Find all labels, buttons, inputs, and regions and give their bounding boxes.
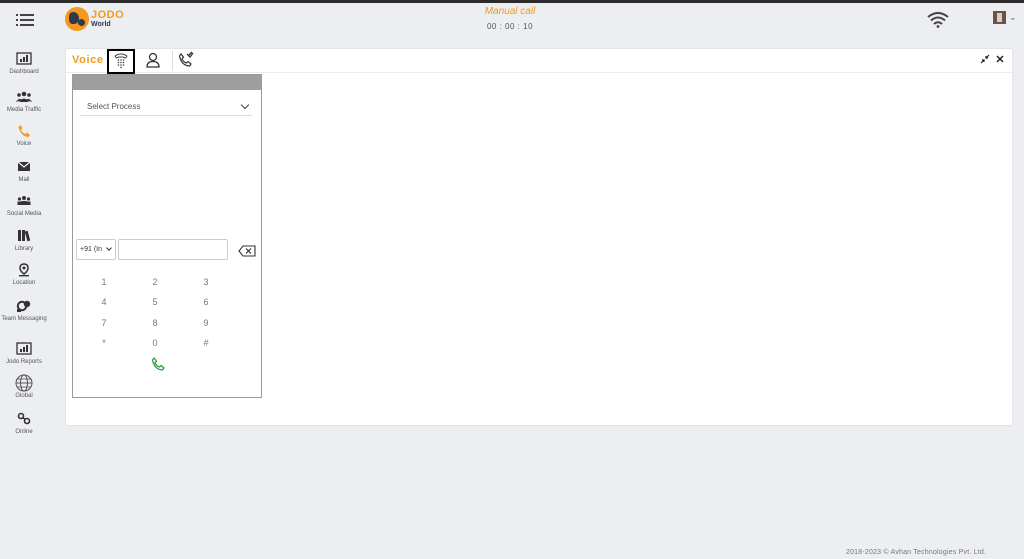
tab-dialpad[interactable] <box>107 49 135 74</box>
select-process-dropdown[interactable]: Select Process <box>80 99 252 116</box>
phone-icon <box>18 125 30 137</box>
dial-key-3[interactable]: 3 <box>196 275 216 289</box>
sidebar-item-label: Online <box>15 429 33 435</box>
country-code-select[interactable]: +91 (In <box>76 239 116 260</box>
call-history-icon <box>178 51 194 67</box>
globe-icon <box>15 374 33 392</box>
tab-divider <box>172 51 173 71</box>
logo-globe-icon <box>65 7 89 31</box>
library-icon <box>18 230 31 242</box>
avatar <box>993 11 1006 24</box>
sidebar-item-label: Voice <box>16 141 32 147</box>
dialer-panel: Select Process +91 (In 1 2 3 4 5 6 7 8 9… <box>72 74 262 398</box>
wifi-icon <box>927 12 949 28</box>
tab-call-history[interactable] <box>175 50 203 72</box>
sidebar-item-dashboard[interactable]: Dashboard <box>0 52 48 76</box>
backspace-icon <box>238 245 256 257</box>
call-mode: Manual call <box>484 6 536 17</box>
user-menu[interactable]: ⌄ <box>990 11 1020 29</box>
phone-number-input[interactable] <box>118 239 228 260</box>
online-icon <box>17 412 31 425</box>
sidebar-item-label: Jodo Reports <box>6 359 42 365</box>
sidebar-item-jodo-reports[interactable]: Jodo Reports <box>0 342 48 366</box>
chevron-down-icon: ⌄ <box>1009 12 1017 22</box>
sidebar-item-label: Social Media <box>6 211 42 217</box>
chevron-down-icon <box>106 245 112 251</box>
dial-key-star[interactable]: * <box>94 336 114 350</box>
sidebar-item-voice[interactable]: Voice <box>0 124 48 148</box>
social-media-icon <box>17 196 31 205</box>
brand-sub: World <box>91 21 111 28</box>
dial-key-9[interactable]: 9 <box>196 316 216 330</box>
dial-key-2[interactable]: 2 <box>145 275 165 289</box>
sidebar-item-label: Team Messaging <box>1 316 47 322</box>
top-header: JODO World Manual call 00 : 00 : 10 ⌄ <box>0 3 1024 36</box>
brand-name: JODO <box>91 9 125 21</box>
call-status: Manual call 00 : 00 : 10 <box>460 6 560 31</box>
dial-key-1[interactable]: 1 <box>94 275 114 289</box>
dial-key-6[interactable]: 6 <box>196 295 216 309</box>
tab-contacts[interactable] <box>141 50 169 72</box>
dialpad-icon <box>114 53 128 69</box>
sidebar-item-global[interactable]: Global <box>0 374 48 400</box>
sidebar-item-media-traffic[interactable]: Media Traffic <box>0 90 48 114</box>
voice-panel: Voice Select Process +91 (In 1 2 3 4 5 6… <box>65 48 1013 426</box>
minimize-icon[interactable] <box>980 54 990 67</box>
location-icon <box>19 263 29 277</box>
logo[interactable]: JODO World <box>65 7 135 33</box>
close-icon[interactable] <box>995 54 1005 67</box>
call-timer: 00 : 00 : 10 <box>486 22 534 31</box>
dial-key-4[interactable]: 4 <box>94 295 114 309</box>
panel-title: Voice <box>72 54 104 66</box>
menu-icon[interactable] <box>16 13 34 27</box>
sidebar-item-label: Dashboard <box>9 69 39 75</box>
mail-icon <box>17 161 31 171</box>
dashboard-icon <box>16 52 32 65</box>
sidebar-item-label: Location <box>12 280 36 286</box>
select-process-label: Select Process <box>87 102 141 111</box>
sidebar-item-team-messaging[interactable]: Team Messaging <box>0 299 48 323</box>
team-messaging-icon <box>16 300 31 312</box>
dial-key-8[interactable]: 8 <box>145 316 165 330</box>
sidebar-item-library[interactable]: Library <box>0 229 48 253</box>
phone-icon <box>151 356 165 371</box>
sidebar-item-social-media[interactable]: Social Media <box>0 194 48 218</box>
sidebar-item-label: Library <box>14 246 34 252</box>
call-button[interactable] <box>151 356 165 371</box>
backspace-button[interactable] <box>238 244 256 257</box>
panel-header: Voice <box>66 49 1012 74</box>
contact-icon <box>146 52 160 68</box>
sidebar-item-label: Media Traffic <box>6 107 42 113</box>
sidebar-item-mail[interactable]: Mail <box>0 160 48 184</box>
dialer-header-bar <box>73 75 261 90</box>
country-code-value: +91 (In <box>80 246 102 253</box>
sidebar-item-online[interactable]: Online <box>0 412 48 436</box>
chevron-down-icon <box>240 100 250 110</box>
dial-key-hash[interactable]: # <box>196 336 216 350</box>
sidebar-item-label: Mail <box>18 177 30 183</box>
dial-key-0[interactable]: 0 <box>145 336 165 350</box>
dial-key-5[interactable]: 5 <box>145 295 165 309</box>
dial-key-7[interactable]: 7 <box>94 316 114 330</box>
media-traffic-icon <box>16 91 32 102</box>
sidebar-item-location[interactable]: Location <box>0 263 48 287</box>
sidebar-item-label: Global <box>15 393 33 399</box>
copyright-footer: 2018-2023 © Avhan Technologies Pvt. Ltd. <box>846 549 987 556</box>
reports-icon <box>16 342 32 355</box>
